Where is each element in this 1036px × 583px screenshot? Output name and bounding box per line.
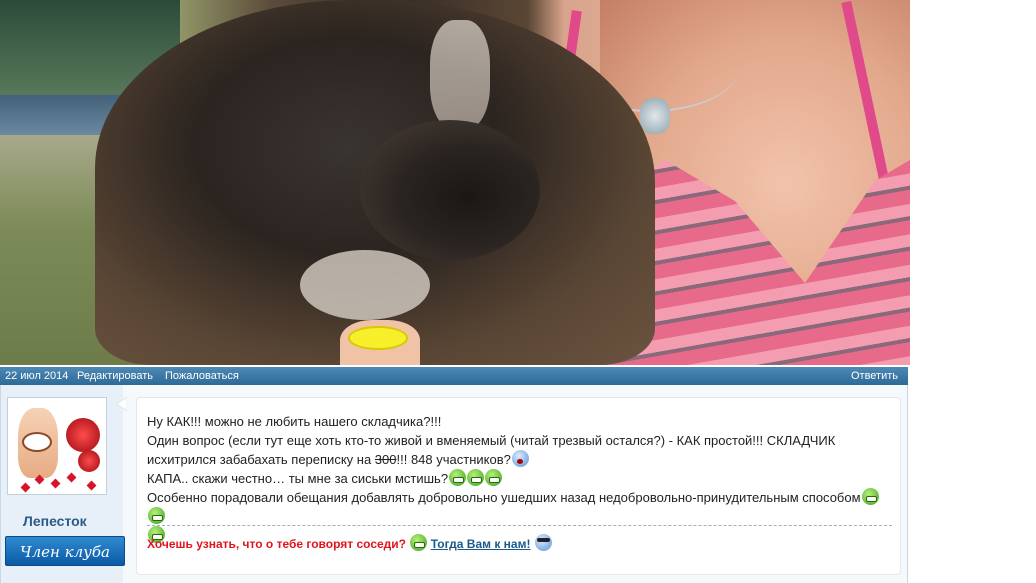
post: Лепесток Член клуба Ну КАК!!! можно не л… bbox=[0, 385, 908, 583]
signature-divider bbox=[147, 525, 892, 526]
grin-smiley-icon bbox=[148, 507, 165, 524]
post-toolbar: 22 июл 2014 Редактировать Пожаловаться О… bbox=[0, 367, 908, 385]
post-photo bbox=[0, 0, 910, 365]
message-line: исхитрился забабахать переписку на 300!!… bbox=[147, 450, 892, 469]
post-date: 22 июл 2014 bbox=[5, 370, 69, 382]
avatar[interactable] bbox=[7, 397, 107, 495]
grin-smiley-icon bbox=[861, 488, 879, 505]
grin-smiley-icon bbox=[410, 534, 428, 551]
strikethrough-text: 300 bbox=[374, 452, 397, 467]
grin-smiley-icon bbox=[485, 469, 503, 486]
username[interactable]: Лепесток bbox=[23, 513, 87, 529]
message-line: КАПА.. скажи честно… ты мне за сиськи мс… bbox=[147, 469, 892, 488]
cool-smiley-icon bbox=[534, 534, 552, 551]
bubble-arrow bbox=[117, 397, 127, 411]
post-content: Ну КАК!!! можно не любить нашего складчи… bbox=[136, 397, 901, 575]
grin-smiley-icon bbox=[449, 469, 467, 486]
grin-smiley-icon bbox=[467, 469, 485, 486]
message-line: Один вопрос (если тут еще хоть кто-то жи… bbox=[147, 433, 836, 448]
signature: Хочешь узнать, что о тебе говорят соседи… bbox=[147, 534, 552, 554]
rank-badge: Член клуба bbox=[5, 536, 125, 566]
report-link[interactable]: Пожаловаться bbox=[165, 367, 239, 385]
author-panel: Лепесток Член клуба bbox=[1, 385, 125, 583]
shocked-smiley-icon bbox=[511, 450, 529, 467]
signature-link[interactable]: Тогда Вам к нам! bbox=[431, 537, 531, 551]
message-line: Ну КАК!!! можно не любить нашего складчи… bbox=[147, 414, 442, 429]
reply-link[interactable]: Ответить bbox=[851, 367, 898, 385]
signature-question: Хочешь узнать, что о тебе говорят соседи… bbox=[147, 537, 407, 551]
edit-link[interactable]: Редактировать bbox=[77, 367, 153, 385]
